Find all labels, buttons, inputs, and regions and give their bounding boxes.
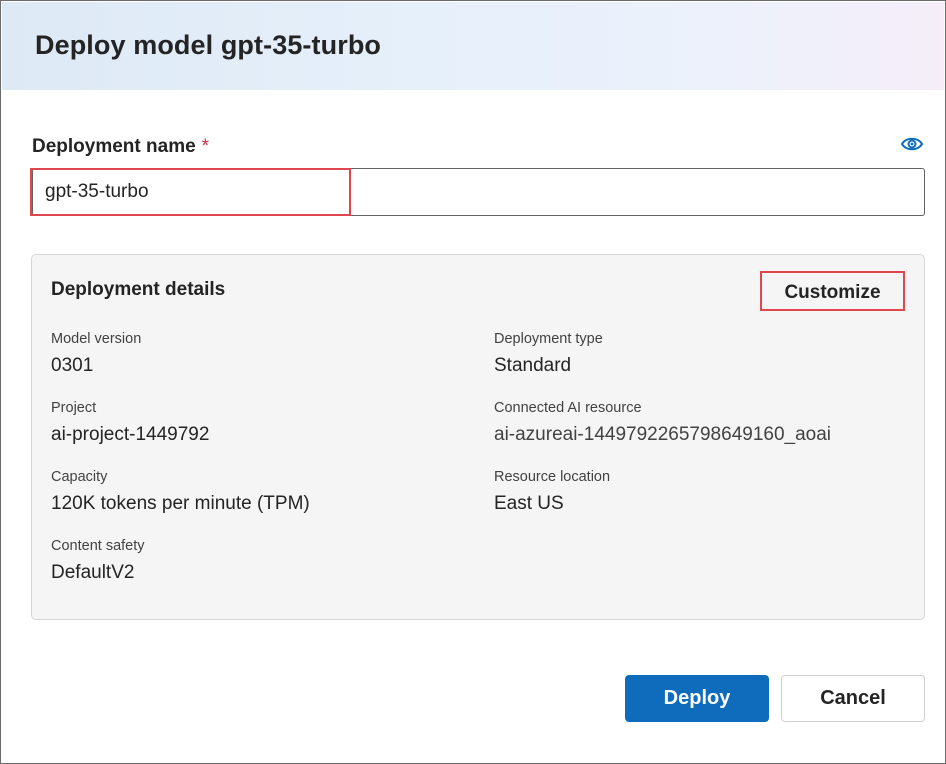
deployment-name-input[interactable] (32, 168, 925, 216)
project-item: Project ai-project-1449792 (51, 400, 209, 446)
deployment-details-title: Deployment details (51, 279, 226, 300)
deployment-name-label-text: Deployment name (32, 136, 196, 157)
project-label: Project (51, 400, 97, 416)
capacity-value: 120K tokens per minute (TPM) (51, 493, 310, 514)
deployment-type-item: Deployment type Standard (494, 331, 603, 377)
deployment-type-value: Standard (494, 355, 572, 376)
dialog-header: Deploy model gpt-35-turbo (2, 2, 944, 90)
customize-button[interactable]: Customize (760, 271, 905, 311)
required-marker: * (201, 136, 210, 157)
content-safety-label: Content safety (51, 538, 145, 554)
connected-ai-resource-value: ai-azureai-1449792265798649160_aoai (494, 424, 832, 445)
project-value: ai-project-1449792 (51, 424, 210, 445)
resource-location-value: East US (494, 493, 564, 514)
content-safety-value: DefaultV2 (51, 562, 135, 583)
deployment-type-label: Deployment type (494, 331, 603, 347)
capacity-item: Capacity 120K tokens per minute (TPM) (51, 469, 310, 515)
deployment-name-label: Deployment name * (32, 136, 209, 158)
dialog-title: Deploy model gpt-35-turbo (35, 30, 381, 60)
content-safety-item: Content safety DefaultV2 (51, 538, 145, 584)
eye-icon[interactable] (900, 134, 924, 154)
deploy-button[interactable]: Deploy (625, 675, 769, 722)
cancel-button[interactable]: Cancel (781, 675, 925, 722)
model-version-item: Model version 0301 (51, 331, 141, 377)
capacity-label: Capacity (51, 469, 108, 485)
connected-ai-resource-label: Connected AI resource (494, 400, 642, 416)
resource-location-item: Resource location East US (494, 469, 610, 515)
deploy-model-dialog: Deploy model gpt-35-turbo Deployment nam… (0, 0, 946, 764)
resource-location-label: Resource location (494, 469, 611, 485)
deployment-details-panel: Deployment details Customize Model versi… (31, 254, 925, 620)
model-version-label: Model version (51, 331, 142, 347)
model-version-value: 0301 (51, 355, 94, 376)
connected-ai-resource-item: Connected AI resource ai-azureai-1449792… (494, 400, 831, 446)
